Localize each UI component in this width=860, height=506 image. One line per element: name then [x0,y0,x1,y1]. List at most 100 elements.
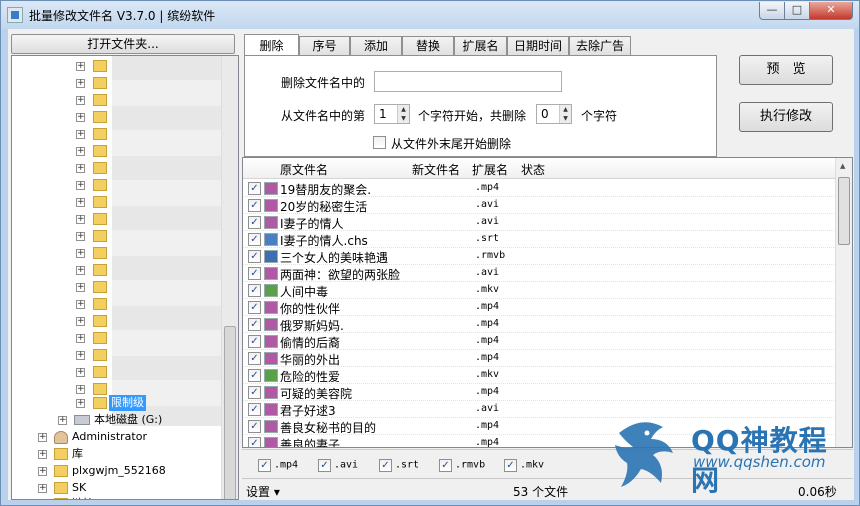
list-item[interactable]: ✓ 危险的性爱 .mkv [243,367,836,384]
row-checkbox[interactable]: ✓ [248,216,261,229]
row-checkbox[interactable]: ✓ [248,386,261,399]
filter-mkv[interactable]: ✓ .mkv [504,458,544,472]
expand-icon[interactable]: + [76,198,85,207]
list-scroll-thumb[interactable] [838,177,850,245]
filter-mp4[interactable]: ✓ .mp4 [258,458,298,472]
minimize-button[interactable]: — [759,2,785,20]
filter-checkbox[interactable]: ✓ [439,458,452,472]
expand-icon[interactable]: + [76,334,85,343]
expand-icon[interactable]: + [76,181,85,190]
tree-scrollbar[interactable] [221,56,238,499]
list-item[interactable]: ✓ 两面神：欲望的两张脸 .avi [243,265,836,282]
spin-up-icon[interactable]: ▲ [397,105,409,114]
list-item[interactable]: ✓ 俄罗斯妈妈. .mp4 [243,316,836,333]
row-checkbox[interactable]: ✓ [248,437,261,447]
filter-checkbox[interactable]: ✓ [504,458,517,472]
expand-icon[interactable]: + [76,79,85,88]
expand-icon[interactable]: + [76,300,85,309]
row-checkbox[interactable]: ✓ [248,420,261,433]
row-checkbox[interactable]: ✓ [248,335,261,348]
tab-add[interactable]: 添加 [350,36,402,56]
file-list[interactable]: 原文件名 新文件名 扩展名 状态 ✓ 19替朋友的聚会. .mp4 ✓ 20岁的秘密生活… [242,157,853,448]
tree-label-administrator[interactable]: Administrator [72,429,147,445]
tree-scroll-thumb[interactable] [224,326,236,499]
row-checkbox[interactable]: ✓ [248,250,261,263]
row-checkbox[interactable]: ✓ [248,284,261,297]
filter-avi[interactable]: ✓ .avi [318,458,358,472]
expand-icon[interactable]: + [76,147,85,156]
tab-extension[interactable]: 扩展名 [454,36,507,56]
filter-checkbox[interactable]: ✓ [379,458,392,472]
expand-icon[interactable]: + [76,62,85,71]
list-item[interactable]: ✓ I妻子的情人 .avi [243,214,836,231]
maximize-button[interactable]: □ [784,2,810,20]
list-item[interactable]: ✓ 华丽的外出 .mp4 [243,350,836,367]
tree-label-sk[interactable]: SK [72,480,86,496]
preview-button[interactable]: 预 览 [739,55,833,85]
row-checkbox[interactable]: ✓ [248,403,261,416]
tab-replace[interactable]: 替换 [402,36,454,56]
spin-down-icon[interactable]: ▼ [397,114,409,123]
list-item[interactable]: ✓ 三个女人的美味艳遇 .rmvb [243,248,836,265]
list-item[interactable]: ✓ I妻子的情人.chs .srt [243,231,836,248]
filter-rmvb[interactable]: ✓ .rmvb [439,458,485,472]
expand-icon[interactable]: + [38,433,47,442]
tree-label-library[interactable]: 库 [72,446,83,462]
filter-srt[interactable]: ✓ .srt [379,458,419,472]
delete-count-stepper[interactable]: 0 ▲ ▼ [536,104,572,124]
expand-icon[interactable]: + [76,385,85,394]
list-item[interactable]: ✓ 可疑的美容院 .mp4 [243,384,836,401]
tab-delete[interactable]: 删除 [244,34,299,56]
expand-icon[interactable]: + [76,351,85,360]
execute-button[interactable]: 执行修改 [739,102,833,132]
start-position-stepper[interactable]: 1 ▲ ▼ [374,104,410,124]
tab-remove-ads[interactable]: 去除广告 [569,36,631,56]
expand-icon[interactable]: + [76,232,85,241]
expand-icon[interactable]: + [38,450,47,459]
expand-icon[interactable]: + [38,484,47,493]
row-checkbox[interactable]: ✓ [248,182,261,195]
expand-icon[interactable]: + [76,283,85,292]
expand-icon[interactable]: + [38,467,47,476]
filter-checkbox[interactable]: ✓ [318,458,331,472]
list-item[interactable]: ✓ 人间中毒 .mkv [243,282,836,299]
spin-down-icon[interactable]: ▼ [559,114,571,123]
open-folder-button[interactable]: 打开文件夹... [11,34,235,54]
expand-icon[interactable]: + [76,164,85,173]
list-item[interactable]: ✓ 偷情的后裔 .mp4 [243,333,836,350]
tab-datetime[interactable]: 日期时间 [507,36,569,56]
tree-label-links[interactable]: 链接 [72,496,94,499]
expand-icon[interactable]: + [76,130,85,139]
row-checkbox[interactable]: ✓ [248,199,261,212]
tab-sequence[interactable]: 序号 [299,36,350,56]
col-original-name[interactable]: 原文件名 [280,161,328,178]
filter-checkbox[interactable]: ✓ [258,458,271,472]
row-checkbox[interactable]: ✓ [248,318,261,331]
scroll-up-icon[interactable]: ▲ [840,162,845,170]
list-item[interactable]: ✓ 你的性伙伴 .mp4 [243,299,836,316]
close-button[interactable]: ✕ [809,2,853,20]
row-checkbox[interactable]: ✓ [248,352,261,365]
col-new-name[interactable]: 新文件名 [412,161,460,178]
list-scrollbar[interactable]: ▲ [835,158,852,447]
settings-menu[interactable]: 设置 ▾ [246,483,280,500]
delete-text-input[interactable] [374,71,562,92]
folder-tree[interactable]: + + + + + + + + + + + + + + + + + + + + + 限制级 + 本地磁盘 (G:) +… [11,55,239,500]
list-item[interactable]: ✓ 20岁的秘密生活 .avi [243,197,836,214]
row-checkbox[interactable]: ✓ [248,301,261,314]
expand-icon[interactable]: + [76,215,85,224]
tree-label-plxgwjm[interactable]: plxgwjm_552168 [72,463,166,479]
row-checkbox[interactable]: ✓ [248,369,261,382]
tree-label-selected[interactable]: 限制级 [109,395,146,411]
from-end-checkbox[interactable] [373,136,386,149]
title-bar[interactable]: 批量修改文件名 V3.7.0 | 缤纷软件 — □ ✕ [1,1,859,29]
row-checkbox[interactable]: ✓ [248,267,261,280]
col-status[interactable]: 状态 [521,161,545,178]
expand-icon[interactable]: + [76,368,85,377]
expand-icon[interactable]: + [76,249,85,258]
expand-icon[interactable]: + [76,317,85,326]
expand-icon[interactable]: + [76,113,85,122]
list-item[interactable]: ✓ 19替朋友的聚会. .mp4 [243,180,836,197]
expand-icon[interactable]: + [76,96,85,105]
col-extension[interactable]: 扩展名 [472,161,508,178]
